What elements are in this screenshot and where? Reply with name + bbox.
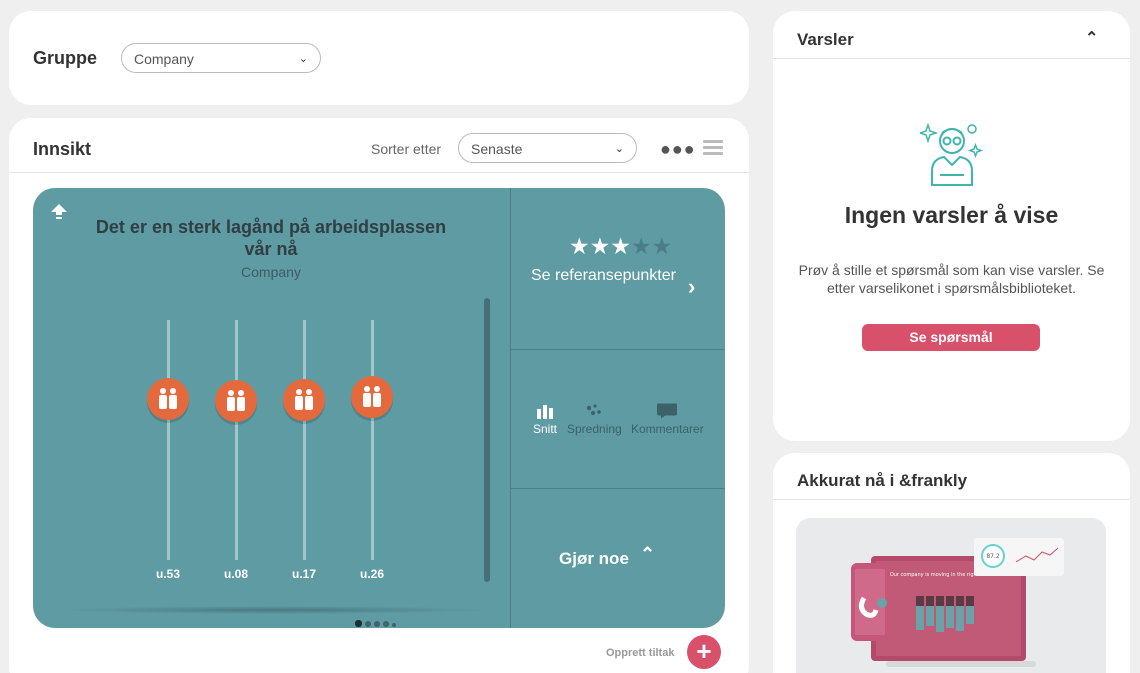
group-card: Gruppe Company ⌄ (9, 11, 749, 105)
plus-icon: + (696, 636, 712, 666)
week-line (235, 320, 238, 560)
week-line (167, 320, 170, 560)
create-action-button[interactable]: + (687, 635, 721, 669)
tab-spredning[interactable]: Spredning (567, 402, 622, 436)
rating-stars: ★★★★★ (569, 233, 672, 260)
chevron-down-icon: ⌄ (298, 53, 308, 65)
action-section[interactable]: Gjør noe ⌃ (511, 489, 725, 628)
pagination-dots[interactable] (355, 614, 399, 628)
team-marker-icon[interactable] (215, 380, 257, 422)
comment-icon (657, 403, 678, 419)
page-dot[interactable] (392, 623, 396, 627)
reference-link[interactable]: Se referansepunkter (531, 266, 676, 286)
sort-select[interactable]: Senaste ⌄ (458, 133, 637, 163)
more-options-icon[interactable]: ●●● (660, 139, 696, 160)
week-label: u.08 (223, 567, 248, 581)
tab-snitt[interactable]: Snitt (533, 402, 557, 436)
bar-chart-icon (537, 405, 553, 419)
scrollbar[interactable] (484, 298, 490, 582)
alerts-title: Varsler (797, 30, 854, 49)
star-filled-icon: ★ (569, 233, 590, 259)
see-questions-button[interactable]: Se spørsmål (862, 324, 1040, 351)
tab-label: Snitt (533, 422, 558, 436)
chevron-up-icon[interactable]: ⌃ (640, 544, 655, 565)
star-empty-icon: ★ (651, 233, 673, 259)
list-view-icon[interactable] (703, 140, 723, 155)
team-marker-icon[interactable] (147, 378, 189, 420)
page-dot[interactable] (383, 621, 389, 627)
sort-select-value: Senaste (471, 141, 523, 157)
empty-alerts-title: Ingen varsler å vise (844, 202, 1059, 228)
now-title: Akkurat nå i &frankly (797, 471, 968, 490)
empty-alerts-description: Prøv å stille et spørsmål som kan vise v… (798, 262, 1105, 296)
chevron-up-icon[interactable]: ⌃ (1085, 28, 1098, 48)
chevron-down-icon: ⌄ (614, 143, 624, 155)
tab-kommentarer[interactable]: Kommentarer (631, 402, 704, 436)
group-select[interactable]: Company ⌄ (121, 43, 321, 73)
action-label[interactable]: Gjør noe (559, 549, 629, 569)
reference-section[interactable]: ★★★★★ Se referansepunkter › (511, 188, 725, 350)
week-label: u.17 (291, 567, 316, 581)
question-title: Det er en sterk lagånd på arbeidsplassen… (95, 217, 447, 259)
now-header: Akkurat nå i &frankly (773, 453, 1130, 500)
star-filled-icon: ★ (589, 233, 611, 259)
team-marker-icon[interactable] (283, 379, 325, 421)
page-dot[interactable] (355, 620, 362, 627)
promo-image[interactable]: Our company is moving in the right direc… (796, 518, 1106, 673)
insight-card: Innsikt Sorter etter Senaste ⌄ ●●● Det e… (9, 118, 749, 673)
insight-header: Innsikt Sorter etter Senaste ⌄ ●●● (9, 118, 749, 173)
star-empty-icon: ★ (630, 233, 652, 259)
floor-shadow (59, 606, 489, 614)
insight-title: Innsikt (33, 139, 92, 159)
question-group: Company (241, 264, 301, 280)
group-select-value: Company (134, 51, 194, 67)
page-dot[interactable] (374, 621, 380, 627)
week-label: u.53 (155, 567, 180, 581)
person-idea-icon (920, 122, 984, 186)
star-filled-icon: ★ (610, 233, 631, 259)
team-marker-icon[interactable] (351, 376, 393, 418)
group-label: Gruppe (33, 48, 98, 68)
tab-label: Kommentarer (631, 422, 704, 436)
create-action-label[interactable]: Opprett tiltak (606, 647, 674, 659)
tab-label: Spredning (567, 422, 622, 436)
alerts-header: Varsler ⌃ (773, 11, 1130, 59)
promo-score: 87.2 (986, 553, 1000, 560)
week-line (303, 320, 306, 560)
chevron-right-icon[interactable]: › (688, 274, 695, 300)
page-dot[interactable] (365, 621, 371, 627)
question-panel: Det er en sterk lagånd på arbeidsplassen… (33, 188, 725, 628)
view-tabs: Snitt Spredning Kommentarer (511, 350, 725, 489)
sort-label: Sorter etter (371, 141, 442, 157)
promo-illustration: Our company is moving in the right direc… (851, 538, 1064, 667)
now-card: Akkurat nå i &frankly Our company is mov… (773, 453, 1130, 673)
week-label: u.26 (359, 567, 384, 581)
alerts-card: Varsler ⌃ Ingen varsler å vise Prøv å st… (773, 11, 1130, 441)
question-side-pane: ★★★★★ Se referansepunkter › Snitt Spredn… (510, 188, 725, 628)
week-line (371, 320, 374, 560)
scatter-icon (587, 404, 602, 415)
upload-icon[interactable] (49, 202, 69, 224)
